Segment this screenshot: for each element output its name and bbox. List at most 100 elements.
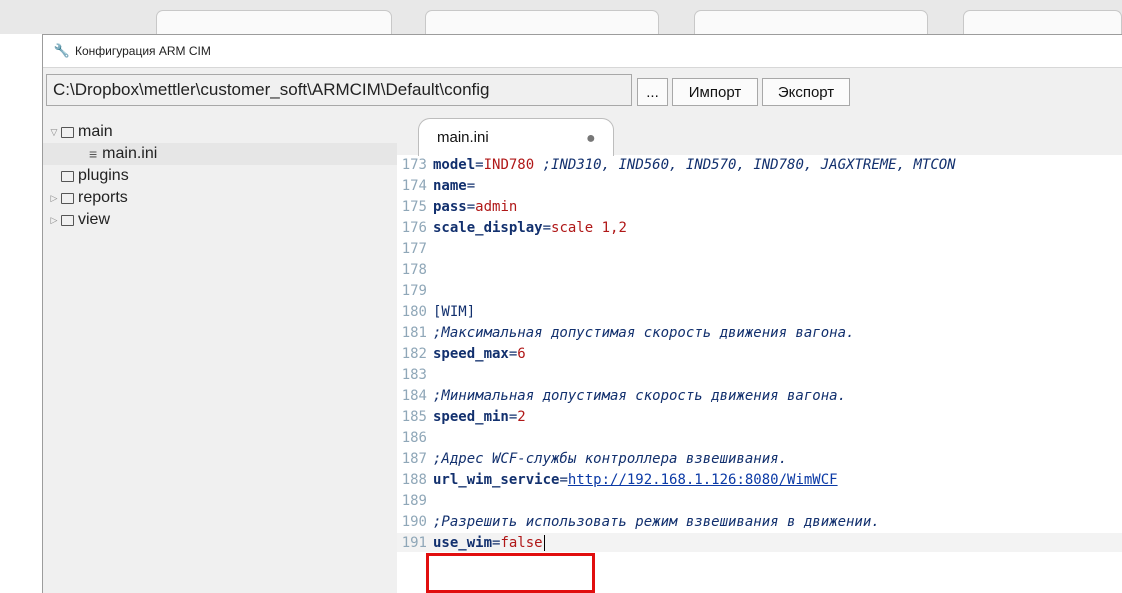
code-line: 184 ;Минимальная допустимая скорость движ… [397, 386, 846, 405]
ini-value: 2 [517, 408, 526, 425]
line-number: 173 [401, 156, 427, 173]
tree-label: plugins [78, 167, 129, 184]
text-cursor [543, 534, 545, 551]
line-number: 180 [401, 303, 427, 320]
line-number: 179 [401, 282, 427, 299]
equals-sign: = [475, 156, 484, 173]
ini-comment: ;Максимальная допустимая скорость движен… [433, 324, 855, 341]
file-tree: ▽ main ≡ main.ini plugins ▷ reports ▷ vi… [43, 115, 397, 593]
ini-value: admin [475, 198, 518, 215]
tree-label: reports [78, 189, 128, 206]
line-number: 190 [401, 513, 427, 530]
code-line: 187 ;Адрес WCF-службы контроллера взвешив… [397, 449, 787, 468]
code-line: 183 [397, 365, 433, 384]
editor-tab-label: main.ini [437, 129, 489, 146]
code-line: 189 [397, 491, 433, 510]
code-line: 188 url_wim_service = http://192.168.1.126:… [397, 470, 838, 489]
collapsed-arrow-icon[interactable]: ▷ [49, 193, 59, 204]
current-code-line[interactable]: 191 use_wim = false [397, 533, 1122, 552]
code-line: 186 [397, 428, 433, 447]
ini-value: scale 1,2 [551, 219, 627, 236]
line-number: 185 [401, 408, 427, 425]
tree-folder-view[interactable]: ▷ view [49, 209, 389, 231]
line-number: 177 [401, 240, 427, 257]
import-button[interactable]: Импорт [672, 78, 758, 106]
line-number: 174 [401, 177, 427, 194]
collapsed-arrow-icon[interactable]: ▷ [49, 215, 59, 226]
line-number: 184 [401, 387, 427, 404]
equals-sign: = [466, 198, 476, 215]
folder-icon [61, 214, 74, 226]
code-line: 180 [WIM] [397, 302, 475, 321]
background-tab-strip [0, 0, 1122, 36]
config-path-input[interactable] [46, 74, 632, 106]
equals-sign: = [559, 471, 568, 488]
code-line: 181 ;Максимальная допустимая скорость дви… [397, 323, 855, 342]
line-number: 183 [401, 366, 427, 383]
ini-key: url_wim_service [433, 471, 560, 488]
red-highlight-box [426, 553, 595, 593]
code-line: 173 model = IND780 ;IND310, IND560, IND570,… [397, 155, 956, 174]
code-line: 175 pass = admin [397, 197, 518, 216]
tree-folder-plugins[interactable]: plugins [59, 165, 389, 187]
equals-sign: = [466, 177, 476, 194]
code-line: 190 ;Разрешить использовать режим взвешив… [397, 512, 880, 531]
ini-value: false [500, 534, 543, 551]
equals-sign: = [508, 408, 518, 425]
wrench-icon: 🔧 [53, 43, 71, 58]
code-line: 182 speed_max = 6 [397, 344, 526, 363]
line-number: 178 [401, 261, 427, 278]
tree-label: main [78, 123, 113, 140]
file-lines-icon: ≡ [89, 146, 98, 162]
background-tab[interactable] [425, 10, 659, 36]
ini-comment: ;IND310, IND560, IND570, IND780, JAGXTRE… [534, 156, 956, 173]
code-line: 176 scale_display = scale 1,2 [397, 218, 627, 237]
service-url-link[interactable]: http://192.168.1.126:8080/WimWCF [568, 472, 838, 488]
equals-sign: = [492, 534, 501, 551]
browse-button[interactable]: ... [637, 78, 668, 106]
line-number: 188 [401, 471, 427, 488]
line-number: 181 [401, 324, 427, 341]
export-button[interactable]: Экспорт [762, 78, 850, 106]
line-number: 189 [401, 492, 427, 509]
line-number: 176 [401, 219, 427, 236]
line-number: 191 [401, 534, 427, 551]
ini-key: name [433, 177, 467, 194]
tree-file-main-ini[interactable]: ≡ main.ini [43, 143, 397, 165]
ini-key: use_wim [433, 534, 493, 551]
ini-key: speed_max [433, 345, 509, 362]
ini-section: [WIM] [433, 303, 476, 320]
line-number: 187 [401, 450, 427, 467]
ini-comment: ;Адрес WCF-службы контроллера взвешивани… [433, 450, 788, 467]
tree-folder-main[interactable]: ▽ main [49, 121, 389, 143]
ini-key: speed_min [433, 408, 509, 425]
code-line: 177 [397, 239, 433, 258]
folder-icon [61, 192, 74, 204]
line-number: 175 [401, 198, 427, 215]
ini-comment: ;Минимальная допустимая скорость движени… [433, 387, 847, 404]
unsaved-dot-icon[interactable]: ● [586, 130, 596, 148]
ini-comment: ;Разрешить использовать режим взвешивани… [433, 513, 880, 530]
code-editor[interactable]: 173 model = IND780 ;IND310, IND560, IND570,… [397, 155, 1122, 593]
ini-key: model [433, 156, 476, 173]
equals-sign: = [508, 345, 518, 362]
ini-value: 6 [517, 345, 526, 362]
expanded-arrow-icon[interactable]: ▽ [49, 127, 59, 138]
tree-label: main.ini [102, 145, 158, 162]
code-line: 179 [397, 281, 433, 300]
equals-sign: = [542, 219, 552, 236]
ini-key: pass [433, 198, 467, 215]
ini-key: scale_display [433, 219, 543, 236]
ini-value: IND780 [483, 156, 535, 173]
tree-label: view [78, 211, 111, 228]
code-line: 178 [397, 260, 433, 279]
tree-folder-reports[interactable]: ▷ reports [49, 187, 389, 209]
line-number: 186 [401, 429, 427, 446]
background-tab[interactable] [694, 10, 928, 36]
folder-icon [61, 126, 74, 138]
config-window: 🔧 Конфигурация ARM CIM ... Импорт Экспор… [42, 34, 1122, 593]
background-tab[interactable] [156, 10, 392, 36]
editor-tab-main-ini[interactable]: main.ini ● [418, 118, 614, 156]
code-line: 174 name = [397, 176, 475, 195]
background-tab[interactable] [963, 10, 1122, 36]
